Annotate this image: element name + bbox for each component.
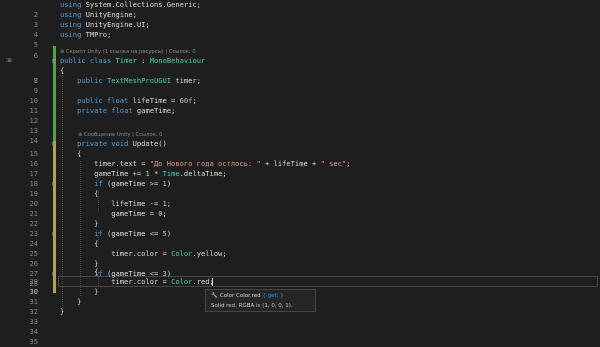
code-text[interactable]: lifeTime -= 1;: [60, 199, 171, 209]
code-line[interactable]: 23 }: [0, 219, 600, 238]
code-line[interactable]: ⁝⊞ 7 ⊟ public class Timer : MonoBehaviou…: [0, 56, 600, 85]
wrench-icon: 🔧: [211, 293, 218, 299]
quickinfo-tooltip: 🔧 Color Color.red { get; } Solid red. RGB…: [205, 289, 316, 312]
code-text[interactable]: timer.color = Color.yellow;: [60, 249, 226, 259]
tooltip-member-name: Color.red: [235, 293, 261, 299]
fold-collapse-icon[interactable]: ⊟: [50, 56, 58, 66]
code-line[interactable]: 29 {: [0, 267, 600, 286]
fold-collapse-icon[interactable]: ⊟: [50, 139, 58, 149]
method-codelens[interactable]: ⊕ Сообщение Unity | Ссылок: 0: [78, 131, 162, 139]
code-line[interactable]: 12 private float gameTime;: [0, 106, 600, 125]
class-codelens[interactable]: ⊕ Скрипт Unity (1 ссылка на ресурсы) | С…: [60, 48, 196, 56]
code-line[interactable]: 21 lifeTime -= 1;: [0, 199, 600, 218]
code-text[interactable]: }: [60, 287, 98, 297]
code-text[interactable]: using System.Collections.Generic;: [60, 0, 201, 10]
code-text[interactable]: {: [60, 66, 64, 76]
code-text[interactable]: public float lifeTime = 60f;: [60, 96, 197, 106]
line-number: 35: [29, 337, 38, 346]
code-line[interactable]: 34: [0, 317, 600, 336]
code-text[interactable]: private float gameTime;: [60, 106, 175, 116]
code-text[interactable]: }: [60, 307, 64, 317]
fold-collapse-icon[interactable]: ⊟: [50, 229, 58, 239]
code-text[interactable]: gameTime += 1 * Time.deltaTime;: [60, 169, 226, 179]
code-text[interactable]: if (gameTime >= 1): [60, 179, 171, 189]
code-line[interactable]: 3 using UnityEngine;: [0, 10, 600, 29]
code-text[interactable]: {: [60, 267, 98, 277]
code-line[interactable]: 26 timer.color = Color.yellow;: [0, 249, 600, 268]
code-text[interactable]: {: [60, 189, 98, 199]
code-line[interactable]: 11 public float lifeTime = 60f;: [0, 96, 600, 115]
code-line[interactable]: 10: [0, 86, 600, 105]
active-code-line[interactable]: 30 timer.color = Color.red;: [0, 277, 600, 296]
fold-collapse-icon[interactable]: ⊟: [50, 179, 58, 189]
text-caret: [212, 278, 213, 286]
code-line[interactable]: 9 public TextMeshProUGUI timer;: [0, 76, 600, 95]
code-line[interactable]: 25 {: [0, 239, 600, 258]
code-text[interactable]: timer.text = "До Нового года остлось: " …: [60, 159, 350, 169]
tooltip-return-type[interactable]: Color: [220, 293, 234, 299]
code-line[interactable]: 19 ⊟ if (gameTime >= 1): [0, 179, 600, 198]
code-line[interactable]: 13: [0, 116, 600, 135]
code-text[interactable]: public TextMeshProUGUI timer;: [60, 76, 201, 86]
code-text[interactable]: private void Update(): [60, 139, 167, 149]
code-line[interactable]: 16 {: [0, 149, 600, 168]
code-line[interactable]: 17 timer.text = "До Нового года остлось:…: [0, 159, 600, 178]
code-text[interactable]: if (gameTime <= 5): [60, 229, 171, 239]
code-text[interactable]: using UnityEngine;: [60, 10, 137, 20]
code-text[interactable]: public class Timer : MonoBehaviour: [60, 56, 205, 66]
code-text[interactable]: using TMPro;: [60, 30, 111, 40]
code-line[interactable]: 4 using UnityEngine.UI;: [0, 20, 600, 39]
code-text[interactable]: }: [60, 219, 98, 229]
code-line[interactable]: 18 gameTime += 1 * Time.deltaTime;: [0, 169, 600, 188]
code-text[interactable]: using UnityEngine.UI;: [60, 20, 150, 30]
code-text[interactable]: }: [60, 297, 81, 307]
code-text[interactable]: timer.color = Color.red;: [60, 277, 214, 287]
code-text[interactable]: gameTime = 0;: [60, 209, 167, 219]
code-line[interactable]: 2 using System.Collections.Generic;: [0, 0, 600, 19]
code-line[interactable]: 24 ⊟ if (gameTime <= 5): [0, 229, 600, 248]
unity-script-marker-icon[interactable]: ⁝⊞: [6, 56, 12, 66]
code-line[interactable]: 5 using TMPro;: [0, 30, 600, 49]
tooltip-accessor[interactable]: { get; }: [262, 293, 283, 299]
code-line[interactable]: 22 gameTime = 0;: [0, 209, 600, 228]
code-line[interactable]: 8 {: [0, 66, 600, 85]
code-line[interactable]: 35: [0, 327, 600, 346]
code-line[interactable]: 15 ⊟ private void Update(): [0, 139, 600, 158]
code-text[interactable]: {: [60, 239, 98, 249]
code-line[interactable]: 20 {: [0, 189, 600, 208]
tooltip-description: Solid red. RGBA is (1, 0, 0, 1).: [211, 303, 293, 309]
tooltip-signature: 🔧 Color Color.red { get; }: [211, 293, 284, 299]
code-text[interactable]: {: [60, 149, 81, 159]
